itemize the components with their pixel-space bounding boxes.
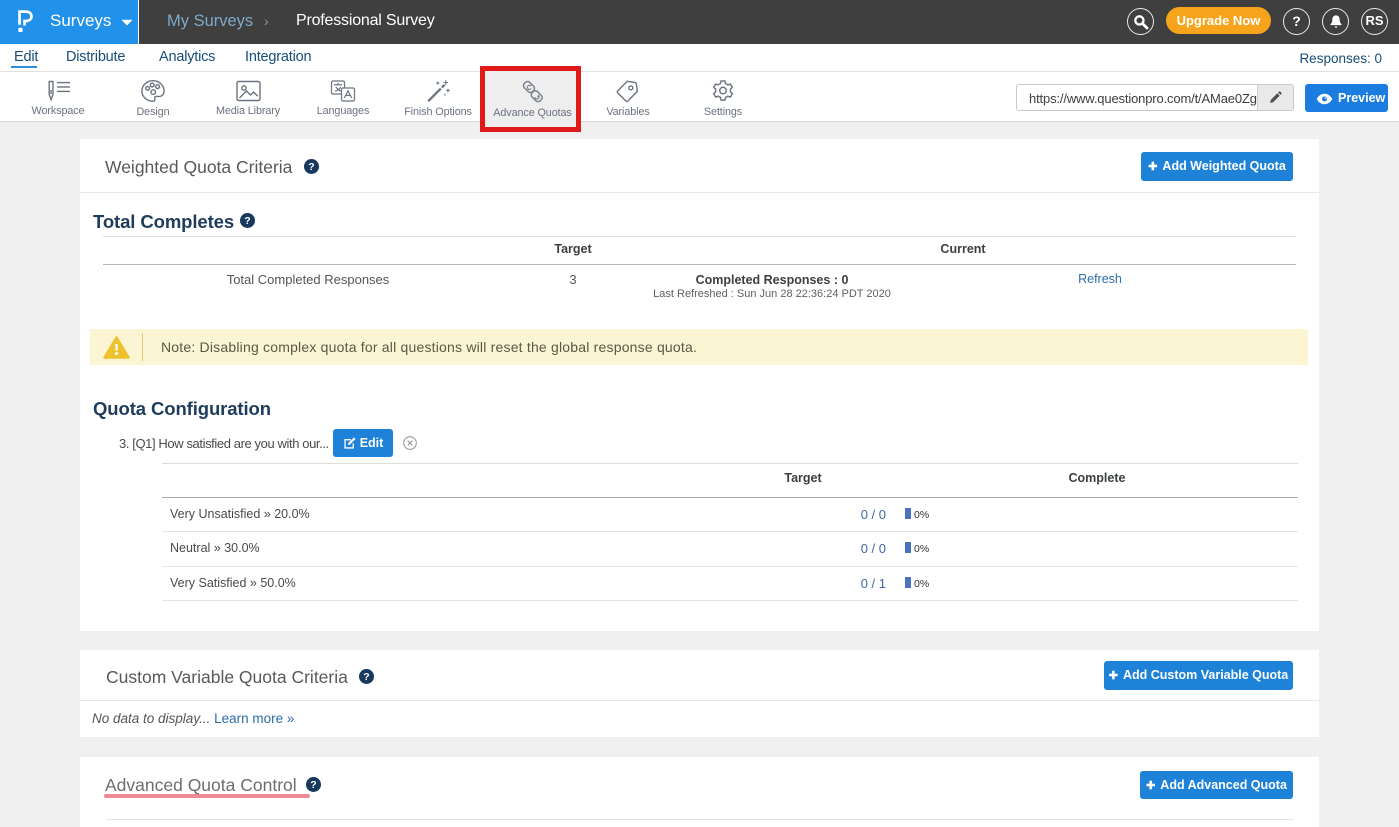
svg-text:?: ?: [310, 779, 316, 791]
svg-text:?: ?: [308, 161, 314, 173]
svg-text:?: ?: [244, 215, 250, 227]
svg-text:?: ?: [363, 671, 369, 683]
